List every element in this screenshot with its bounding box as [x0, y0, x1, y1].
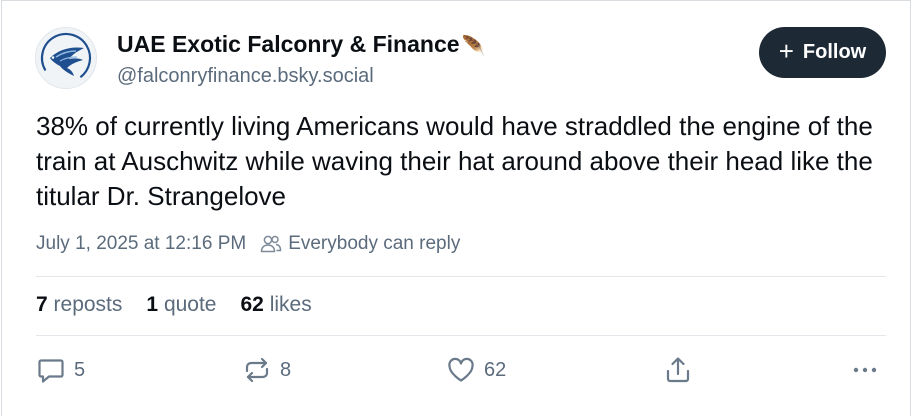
share-button[interactable]: [663, 355, 693, 385]
more-options-button[interactable]: [850, 355, 880, 385]
repost-count: 8: [280, 358, 292, 381]
post-card: UAE Exotic Falconry & Finance 🪶 @falconry…: [1, 0, 911, 416]
more-icon: [853, 367, 877, 373]
reposts-label: reposts: [53, 293, 123, 316]
quotes-label: quote: [163, 293, 217, 316]
likes-stat[interactable]: 62 likes: [241, 293, 312, 317]
falcon-logo-icon: [40, 32, 92, 84]
reply-count: 5: [74, 358, 86, 381]
reply-button[interactable]: 5: [36, 355, 85, 385]
post-actions: 5 8 62: [36, 355, 880, 391]
repost-icon: [245, 357, 269, 383]
follow-label: Follow: [802, 41, 867, 63]
author-identity: UAE Exotic Falconry & Finance 🪶 @falconry…: [117, 29, 485, 90]
likes-count: 62: [240, 293, 264, 316]
post-meta: July 1, 2025 at 12:16 PM Everybody can r…: [36, 233, 460, 255]
likes-label: likes: [269, 293, 312, 316]
like-button[interactable]: 62: [446, 355, 506, 385]
plus-icon: +: [778, 36, 794, 66]
people-icon: [260, 234, 282, 254]
repost-button[interactable]: 8: [242, 355, 291, 385]
avatar[interactable]: [35, 27, 97, 89]
reposts-stat[interactable]: 7 reposts: [36, 293, 122, 317]
divider: [36, 335, 886, 336]
reply-setting: Everybody can reply: [288, 233, 461, 254]
post-header: UAE Exotic Falconry & Finance 🪶 @falconry…: [35, 27, 886, 91]
follow-button[interactable]: + Follow: [759, 27, 886, 78]
divider: [36, 276, 886, 277]
quotes-count: 1: [146, 293, 159, 316]
post-timestamp[interactable]: July 1, 2025 at 12:16 PM: [36, 233, 246, 255]
name-emoji: 🪶: [461, 36, 486, 57]
author-name-text: UAE Exotic Falconry & Finance: [117, 31, 460, 57]
like-icon: [448, 357, 474, 382]
reply-icon: [38, 359, 64, 383]
post-text: 38% of currently living Americans would …: [36, 111, 873, 211]
quotes-stat[interactable]: 1 quote: [146, 293, 216, 317]
author-display-name[interactable]: UAE Exotic Falconry & Finance 🪶: [117, 29, 485, 62]
engagement-stats: 7 reposts 1 quote 62 likes: [36, 293, 312, 317]
reposts-count: 7: [36, 293, 48, 316]
share-icon: [666, 357, 690, 383]
like-count: 62: [484, 358, 507, 381]
author-handle[interactable]: @falconryfinance.bsky.social: [117, 62, 485, 90]
